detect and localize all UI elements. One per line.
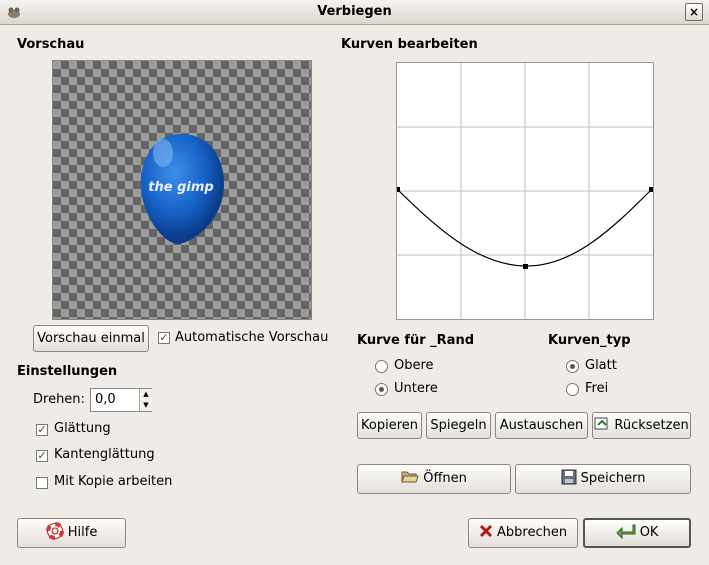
curve-type-heading: Kurven_typ bbox=[548, 333, 631, 348]
antialias-checkbox[interactable]: ✓ bbox=[36, 450, 48, 462]
radio-lower[interactable] bbox=[375, 383, 388, 396]
open-label: Öffnen bbox=[423, 471, 467, 486]
help-label: Hilfe bbox=[67, 525, 98, 540]
radio-upper-label: Obere bbox=[394, 358, 434, 373]
rotate-spinbox[interactable]: 0,0 ▲ ▼ bbox=[90, 388, 152, 412]
copy-button[interactable]: Kopieren bbox=[357, 412, 422, 439]
curve-graph bbox=[395, 63, 654, 319]
cancel-button[interactable]: Abbrechen bbox=[468, 518, 578, 548]
radio-free-label: Frei bbox=[585, 381, 609, 396]
preview-area: the gimp bbox=[52, 60, 312, 320]
floppy-save-icon bbox=[561, 469, 576, 485]
balloon-image: the gimp bbox=[140, 134, 225, 244]
reset-icon bbox=[594, 417, 608, 430]
settings-heading: Einstellungen bbox=[17, 364, 118, 379]
curve-for-heading: Kurve für _Rand bbox=[357, 333, 475, 348]
curve-heading: Kurven bearbeiten bbox=[341, 37, 478, 52]
cancel-label: Abbrechen bbox=[497, 525, 568, 540]
radio-upper[interactable] bbox=[375, 360, 388, 373]
radio-smooth[interactable] bbox=[566, 360, 579, 373]
radio-lower-label: Untere bbox=[394, 381, 438, 396]
copy-label: Kopieren bbox=[361, 418, 418, 433]
save-button[interactable]: Speichern bbox=[515, 464, 691, 494]
curve-point-middle[interactable] bbox=[523, 264, 528, 269]
preview-heading: Vorschau bbox=[17, 37, 85, 52]
open-button[interactable]: Öffnen bbox=[357, 464, 511, 494]
rotate-label: Drehen: bbox=[33, 392, 85, 407]
help-button[interactable]: Hilfe bbox=[17, 518, 126, 548]
close-button[interactable]: × bbox=[685, 3, 703, 21]
curve-point-right[interactable] bbox=[649, 187, 654, 192]
mirror-label: Spiegeln bbox=[430, 418, 487, 433]
reset-label: Rücksetzen bbox=[614, 418, 689, 433]
help-lifebuoy-icon bbox=[45, 522, 64, 540]
rotate-value: 0,0 bbox=[95, 392, 116, 407]
work-on-copy-checkbox[interactable] bbox=[36, 477, 48, 489]
smoothing-checkbox[interactable]: ✓ bbox=[36, 424, 48, 436]
balloon-text: the gimp bbox=[148, 180, 213, 195]
radio-free[interactable] bbox=[566, 383, 579, 396]
auto-preview-label: Automatische Vorschau bbox=[175, 330, 329, 345]
antialias-label: Kantenglättung bbox=[54, 447, 155, 462]
folder-open-icon bbox=[401, 471, 419, 483]
swap-button[interactable]: Austauschen bbox=[495, 412, 588, 439]
curve-grid bbox=[397, 63, 653, 319]
smoothing-label: Glättung bbox=[54, 421, 111, 436]
cancel-x-icon bbox=[479, 524, 492, 538]
close-icon: × bbox=[688, 5, 700, 19]
swap-label: Austauschen bbox=[499, 418, 584, 433]
auto-preview-checkbox[interactable]: ✓ bbox=[158, 332, 170, 344]
curve-editor[interactable] bbox=[395, 62, 654, 320]
preview-once-button[interactable]: Vorschau einmal bbox=[33, 325, 149, 352]
reset-button[interactable]: Rücksetzen bbox=[592, 412, 691, 439]
preview-once-label: Vorschau einmal bbox=[37, 331, 145, 346]
spin-down-icon[interactable]: ▼ bbox=[139, 400, 152, 411]
work-on-copy-label: Mit Kopie arbeiten bbox=[54, 474, 173, 489]
ok-label: OK bbox=[639, 525, 659, 540]
save-label: Speichern bbox=[580, 471, 646, 486]
window-title: Verbiegen bbox=[317, 4, 392, 19]
radio-smooth-label: Glatt bbox=[585, 358, 617, 373]
mirror-button[interactable]: Spiegeln bbox=[426, 412, 491, 439]
ok-arrow-icon bbox=[615, 524, 636, 540]
ok-button[interactable]: OK bbox=[583, 518, 691, 548]
curve-point-left[interactable] bbox=[395, 187, 400, 192]
